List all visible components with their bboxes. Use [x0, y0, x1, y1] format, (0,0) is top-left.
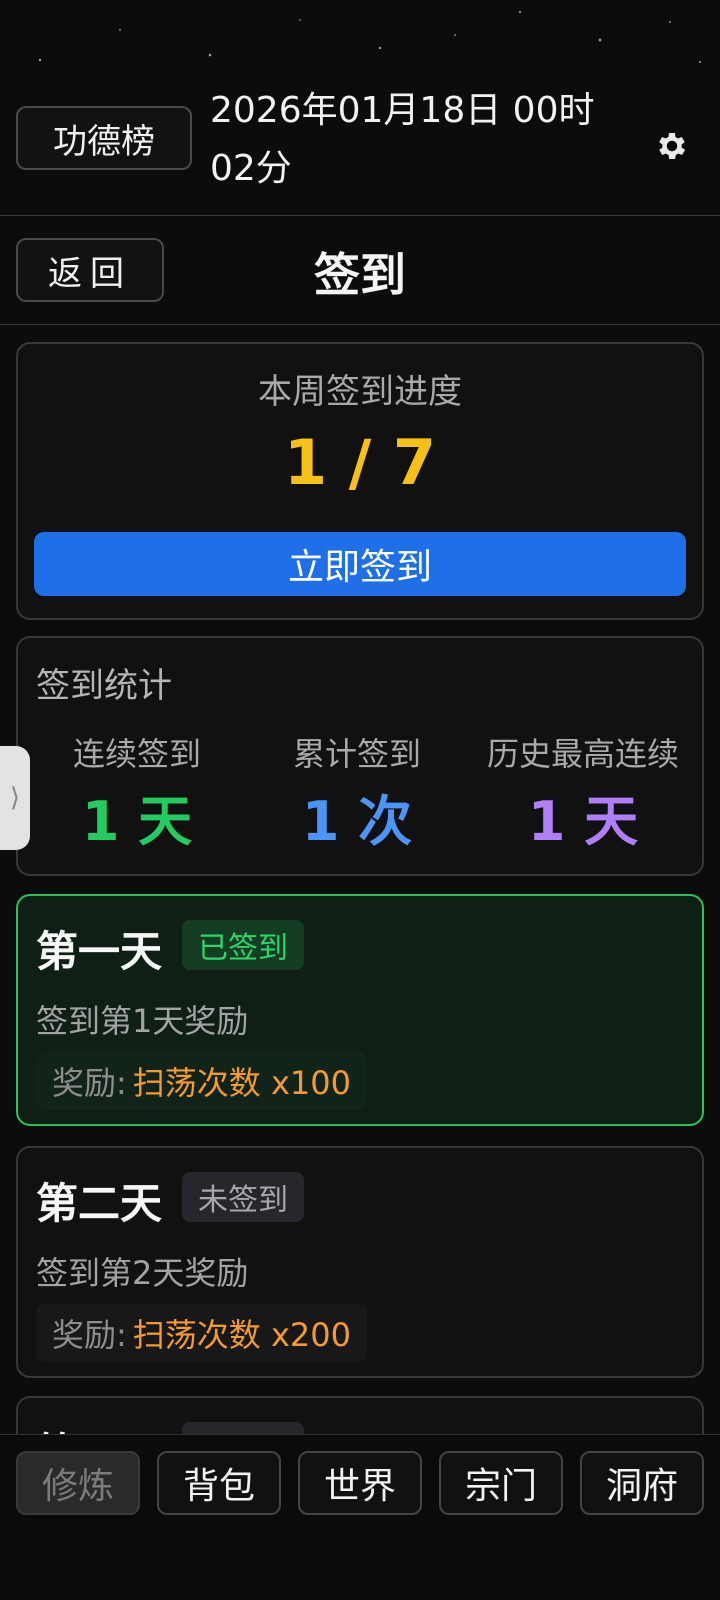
checkin-stats-card: 签到统计 连续签到 1 天 累计签到 1 次 历史最高连续 1 天	[16, 636, 704, 876]
stat-value: 1 天	[81, 790, 193, 853]
checkin-page: 功德榜 2026年01月18日 00时02分 返回 签到 本周签到进度 1 / …	[0, 0, 720, 1600]
stat-best-streak: 历史最高连续 1 天	[480, 734, 686, 850]
page-title: 签到	[314, 248, 406, 302]
day-title: 第二天	[36, 1179, 163, 1228]
day-card-2: 第二天 未签到 签到第2天奖励 奖励: 扫荡次数 x200	[16, 1146, 704, 1378]
reward-value: 扫荡次数 x200	[132, 1316, 351, 1354]
stat-label: 历史最高连续	[486, 735, 679, 773]
nav-world[interactable]: 世界	[298, 1451, 422, 1515]
top-bar: 功德榜 2026年01月18日 00时02分	[0, 0, 720, 216]
nav-cave[interactable]: 洞府	[580, 1451, 704, 1515]
progress-value: 1 / 7	[283, 426, 437, 499]
sub-header: 返回 签到	[0, 217, 720, 325]
nav-backpack[interactable]: 背包	[157, 1451, 281, 1515]
stat-value: 1 次	[301, 790, 413, 853]
sign-in-button[interactable]: 立即签到	[34, 532, 686, 596]
day-description: 签到第1天奖励	[36, 1002, 249, 1040]
day-card-1: 第一天 已签到 签到第1天奖励 奖励: 扫荡次数 x100	[16, 894, 704, 1126]
day-title: 第一天	[36, 927, 163, 976]
progress-title: 本周签到进度	[258, 372, 462, 412]
bottom-nav: 修炼 背包 世界 宗门 洞府	[0, 1434, 720, 1600]
side-drawer-handle[interactable]: ⟩	[0, 746, 30, 850]
stat-value: 1 天	[527, 790, 639, 853]
reward-value: 扫荡次数 x100	[132, 1064, 351, 1102]
status-badge: 已签到	[182, 920, 304, 970]
stat-total: 累计签到 1 次	[272, 734, 442, 850]
reward-box: 奖励: 扫荡次数 x200	[36, 1304, 367, 1362]
reward-box: 奖励: 扫荡次数 x100	[36, 1052, 367, 1110]
stats-title: 签到统计	[36, 666, 172, 706]
nav-sect[interactable]: 宗门	[439, 1451, 563, 1515]
weekly-progress-card: 本周签到进度 1 / 7 立即签到	[16, 342, 704, 620]
reward-label: 奖励:	[52, 1316, 127, 1354]
gear-icon[interactable]	[654, 128, 690, 164]
leaderboard-button[interactable]: 功德榜	[16, 106, 192, 170]
stat-label: 累计签到	[292, 735, 421, 773]
reward-label: 奖励:	[52, 1064, 127, 1102]
stat-consecutive: 连续签到 1 天	[52, 734, 222, 850]
stat-label: 连续签到	[72, 735, 201, 773]
nav-cultivate[interactable]: 修炼	[16, 1451, 140, 1515]
day-description: 签到第2天奖励	[36, 1254, 249, 1292]
current-datetime: 2026年01月18日 00时02分	[210, 90, 595, 189]
status-badge: 未签到	[182, 1172, 304, 1222]
